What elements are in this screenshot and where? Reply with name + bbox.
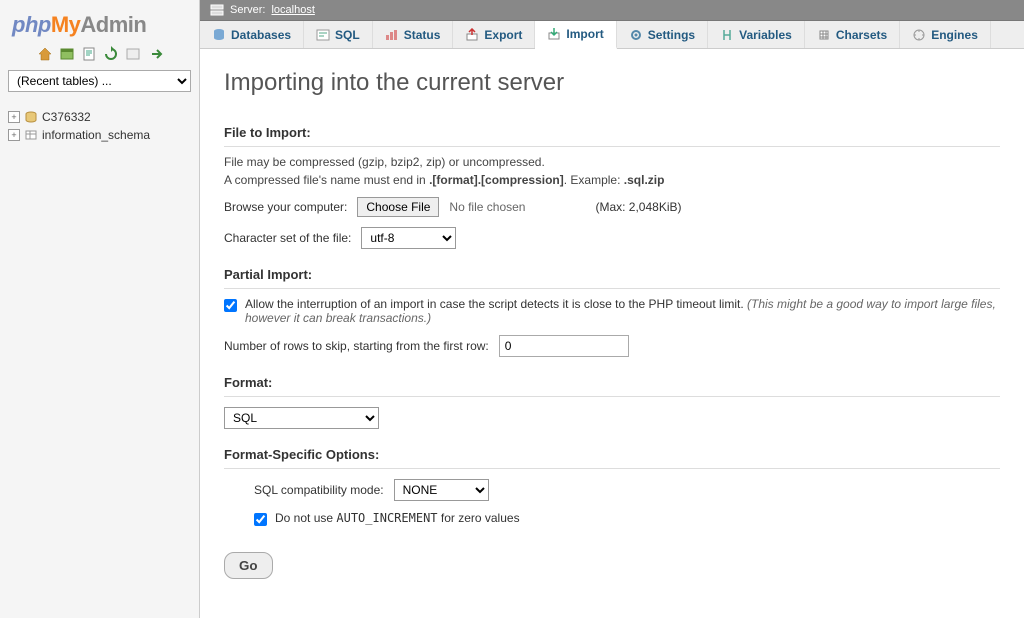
query-window-icon[interactable]	[59, 46, 75, 62]
choose-file-button[interactable]: Choose File	[357, 197, 439, 217]
no-file-label: No file chosen	[449, 200, 525, 214]
variables-icon	[720, 28, 734, 42]
tab-settings[interactable]: Settings	[617, 21, 708, 48]
tab-engines[interactable]: Engines	[900, 21, 991, 48]
tab-status[interactable]: Status	[373, 21, 454, 48]
tab-export[interactable]: Export	[453, 21, 535, 48]
no-autoincrement-label: Do not use AUTO_INCREMENT for zero value…	[275, 511, 520, 525]
docs-icon[interactable]	[81, 46, 97, 62]
charset-label: Character set of the file:	[224, 231, 351, 245]
reload-icon[interactable]	[103, 46, 119, 62]
import-icon	[547, 27, 561, 41]
logo-part-php: php	[12, 12, 51, 37]
tab-variables[interactable]: Variables	[708, 21, 805, 48]
export-icon	[465, 28, 479, 42]
status-icon	[385, 28, 399, 42]
content: Importing into the current server File t…	[200, 49, 1024, 618]
logo-part-admin: Admin	[80, 12, 146, 37]
tab-databases[interactable]: Databases	[200, 21, 304, 48]
sql-icon	[316, 28, 330, 42]
browse-label: Browse your computer:	[224, 200, 347, 214]
sidebar: phpMyAdmin (Recent tables) ... + C376332…	[0, 0, 200, 618]
tabs: Databases SQL Status Export Import Setti…	[200, 21, 1024, 49]
gear-icon	[629, 28, 643, 42]
database-icon	[24, 111, 38, 123]
tab-charsets[interactable]: Charsets	[805, 21, 900, 48]
logout-icon[interactable]	[147, 46, 163, 62]
tree-item-db[interactable]: + C376332	[8, 108, 191, 126]
tab-import[interactable]: Import	[535, 21, 616, 49]
go-button[interactable]: Go	[224, 552, 273, 579]
breadcrumb-value[interactable]: localhost	[271, 4, 314, 16]
breadcrumb-label: Server:	[230, 4, 265, 16]
rows-skip-label: Number of rows to skip, starting from th…	[224, 339, 489, 353]
compress-info-1: File may be compressed (gzip, bzip2, zip…	[224, 155, 1000, 169]
format-select[interactable]: SQL	[224, 407, 379, 429]
home-icon[interactable]	[37, 46, 53, 62]
database-icon	[212, 28, 226, 42]
expand-icon[interactable]: +	[8, 111, 20, 123]
no-autoincrement-checkbox[interactable]	[254, 513, 267, 526]
rows-skip-input[interactable]	[499, 335, 629, 357]
recent-tables-select[interactable]: (Recent tables) ...	[8, 70, 191, 92]
section-file-to-import: File to Import:	[224, 125, 1000, 147]
db-label: C376332	[42, 110, 91, 124]
section-partial-import: Partial Import:	[224, 267, 1000, 289]
main: Server: localhost Databases SQL Status E…	[200, 0, 1024, 618]
compress-info-2: A compressed file's name must end in .[f…	[224, 173, 1000, 187]
expand-icon[interactable]: +	[8, 129, 20, 141]
section-format-specific: Format-Specific Options:	[224, 447, 1000, 469]
server-icon	[210, 4, 224, 16]
db-label: information_schema	[42, 128, 150, 142]
sidebar-toolbar	[8, 46, 191, 62]
charset-select[interactable]: utf-8	[361, 227, 456, 249]
breadcrumb: Server: localhost	[200, 0, 1024, 21]
section-format: Format:	[224, 375, 1000, 397]
max-size-label: (Max: 2,048KiB)	[595, 200, 681, 214]
allow-interrupt-label: Allow the interruption of an import in c…	[245, 297, 1000, 325]
database-tree: + C376332 + information_schema	[8, 108, 191, 144]
page-title: Importing into the current server	[224, 69, 1000, 97]
sql-compat-select[interactable]: NONE	[394, 479, 489, 501]
database-icon	[24, 129, 38, 141]
allow-interrupt-checkbox[interactable]	[224, 299, 237, 312]
tree-item-db[interactable]: + information_schema	[8, 126, 191, 144]
engines-icon	[912, 28, 926, 42]
sql-icon[interactable]	[125, 46, 141, 62]
charsets-icon	[817, 28, 831, 42]
logo-part-my: My	[51, 12, 81, 37]
tab-sql[interactable]: SQL	[304, 21, 373, 48]
logo: phpMyAdmin	[12, 12, 191, 38]
sql-compat-label: SQL compatibility mode:	[254, 483, 384, 497]
